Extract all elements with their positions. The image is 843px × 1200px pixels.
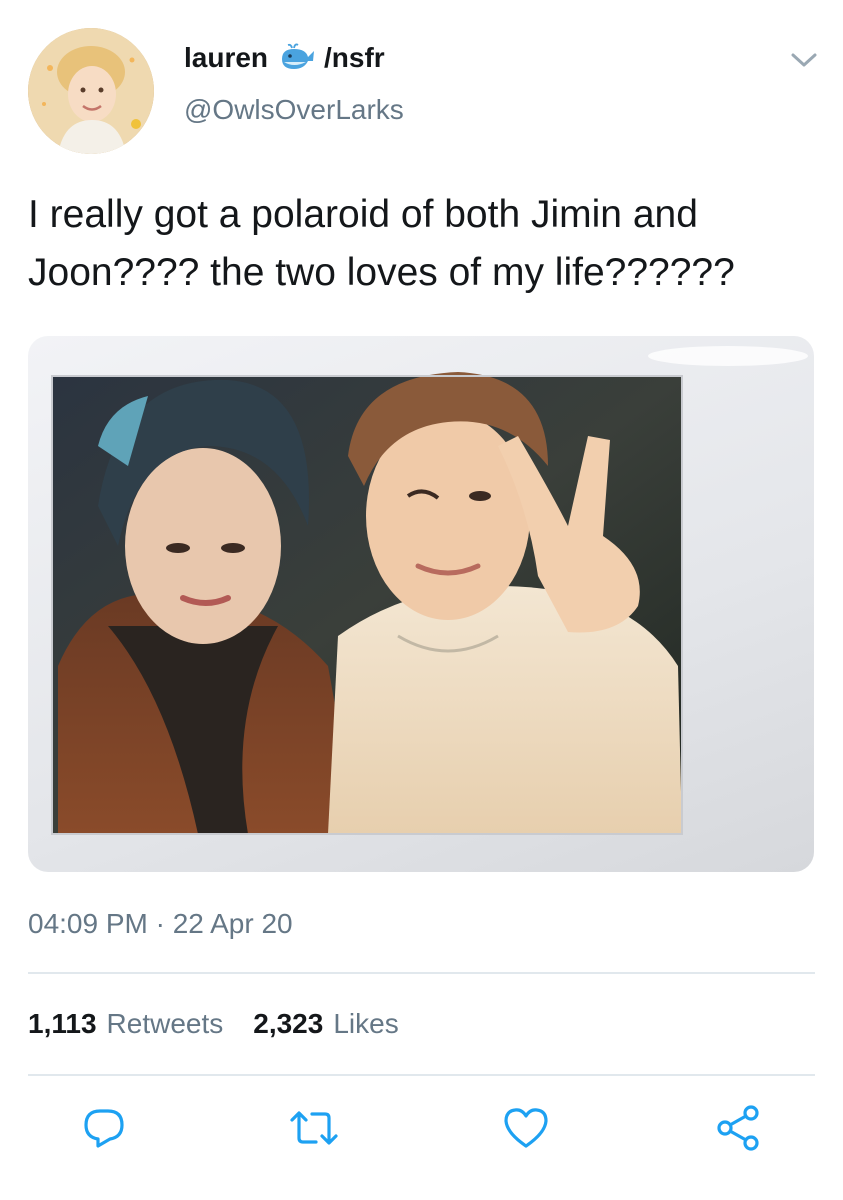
polaroid-photo — [51, 346, 808, 835]
heart-icon — [504, 1108, 548, 1148]
author-display-name[interactable]: lauren — [184, 42, 268, 74]
retweet-button[interactable] — [288, 1102, 340, 1154]
author-name-row[interactable]: lauren /nsfr — [184, 42, 385, 74]
avatar-image — [28, 28, 154, 154]
retweets-stat[interactable]: 1,113 Retweets — [28, 1008, 223, 1040]
divider — [28, 972, 815, 974]
retweets-label: Retweets — [106, 1008, 224, 1039]
likes-label: Likes — [333, 1008, 399, 1039]
tweet-text: I really got a polaroid of both Jimin an… — [28, 193, 735, 294]
author-name-suffix[interactable]: /nsfr — [324, 42, 385, 74]
whale-emoji-icon — [278, 43, 316, 73]
tweet-media[interactable] — [28, 336, 814, 872]
author-handle[interactable]: @OwlsOverLarks — [184, 94, 404, 126]
tweet-stats: 1,113 Retweets 2,323 Likes — [28, 1008, 399, 1040]
like-button[interactable] — [500, 1102, 552, 1154]
retweet-icon — [290, 1111, 338, 1145]
reply-icon — [84, 1109, 124, 1148]
retweets-count: 1,113 — [28, 1008, 97, 1039]
share-button[interactable] — [712, 1102, 764, 1154]
profile-avatar[interactable] — [28, 28, 154, 154]
likes-count: 2,323 — [253, 1008, 324, 1039]
likes-stat[interactable]: 2,323 Likes — [253, 1008, 398, 1040]
share-icon — [717, 1105, 759, 1151]
chevron-down-icon[interactable] — [788, 48, 820, 72]
reply-button[interactable] — [78, 1102, 130, 1154]
tweet-timestamp[interactable]: 04:09 PM · 22 Apr 20 — [28, 908, 293, 940]
divider — [28, 1074, 815, 1076]
